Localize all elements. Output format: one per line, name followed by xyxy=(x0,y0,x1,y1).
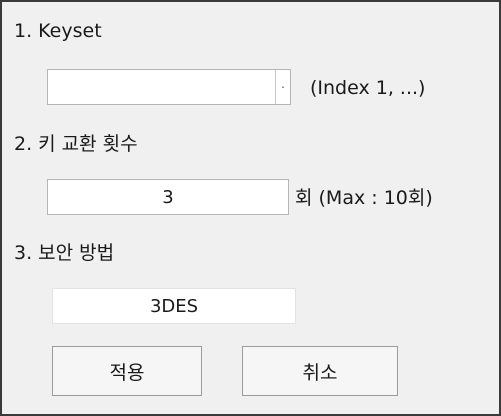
cancel-button[interactable]: 취소 xyxy=(242,346,398,396)
keyset-dropdown[interactable]: · xyxy=(47,69,291,105)
dropdown-arrow-icon[interactable]: · xyxy=(275,70,290,104)
key-exchange-count-field[interactable]: 3 xyxy=(47,179,289,215)
key-exchange-count-value: 3 xyxy=(162,186,174,208)
security-method-field[interactable]: 3DES xyxy=(52,288,296,324)
security-method-value: 3DES xyxy=(149,295,199,317)
keyset-label: 1. Keyset xyxy=(14,20,102,42)
keyset-hint: (Index 1, ...) xyxy=(310,77,426,99)
key-exchange-count-label: 2. 키 교환 횟수 xyxy=(14,133,138,155)
security-method-label: 3. 보안 방법 xyxy=(14,242,115,264)
settings-panel: 1. Keyset · (Index 1, ...) 2. 키 교환 횟수 3 … xyxy=(0,0,501,416)
keyset-selected-value xyxy=(48,70,290,104)
key-exchange-count-suffix: 회 (Max : 10회) xyxy=(295,187,433,209)
apply-button[interactable]: 적용 xyxy=(52,346,202,396)
